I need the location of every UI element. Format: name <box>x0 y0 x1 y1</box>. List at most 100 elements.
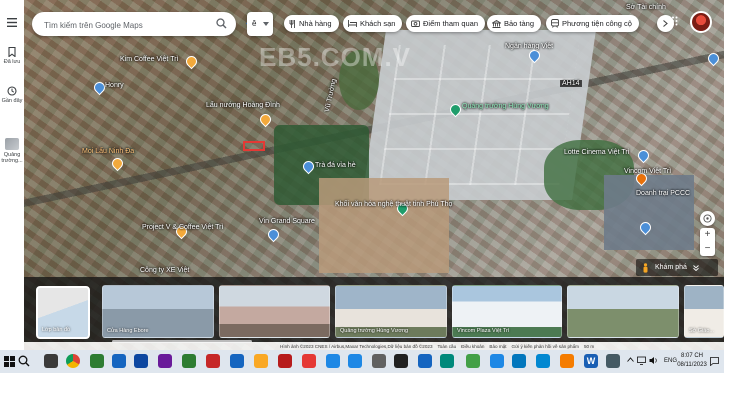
word-icon[interactable]: W <box>584 354 598 368</box>
chevron-up-icon[interactable] <box>627 357 634 362</box>
explore-label: Khám phá <box>655 264 687 271</box>
apps-grid-icon[interactable] <box>668 16 678 26</box>
map-label[interactable]: Vincom Việt Trì <box>624 168 671 175</box>
desktop-background <box>0 373 740 420</box>
app-icon[interactable] <box>326 354 340 368</box>
map-label[interactable]: Doanh trại PCCC <box>636 190 690 197</box>
menu-button[interactable] <box>0 18 24 29</box>
photo-thumbnail[interactable]: Cửa Hàng Ebore <box>102 285 214 338</box>
search-input[interactable] <box>42 17 186 33</box>
app-icon[interactable] <box>182 354 196 368</box>
map-label[interactable]: Kim Coffee Việt Trì <box>120 56 179 63</box>
map-label[interactable]: Công ty XE Việt <box>140 267 189 274</box>
app-icon[interactable] <box>606 354 620 368</box>
language-toggle-label: ê <box>252 19 257 28</box>
map-label[interactable]: Moi Lẩu Ninh Đa <box>82 148 134 155</box>
map-label[interactable]: Project V & Coffee Việt Trì <box>142 224 223 231</box>
clock-date[interactable]: 08/11/2023 <box>676 362 708 368</box>
marked-lot <box>243 141 265 151</box>
sidebar-item-recent[interactable]: Gần đây <box>0 86 24 104</box>
task-view-icon[interactable] <box>44 354 58 368</box>
app-icon[interactable] <box>490 354 504 368</box>
place-pin[interactable] <box>705 50 722 67</box>
app-icon[interactable] <box>536 354 550 368</box>
chip-transit[interactable]: Phương tiện công cộ <box>546 15 639 32</box>
map-label[interactable]: Lotte Cinema Việt Trì <box>564 149 630 156</box>
place-pin[interactable] <box>109 155 126 172</box>
recent-place-thumbnail <box>5 138 19 150</box>
language-toggle[interactable]: ê <box>247 12 273 36</box>
app-icon[interactable] <box>418 354 432 368</box>
sidebar-item-saved[interactable]: Đã lưu <box>0 47 24 65</box>
app-icon[interactable] <box>560 354 574 368</box>
compass-button[interactable] <box>700 211 715 226</box>
search-box[interactable] <box>32 12 259 36</box>
app-icon[interactable] <box>440 354 454 368</box>
app-icon[interactable] <box>372 354 386 368</box>
chip-museums[interactable]: Bảo tàng <box>487 15 542 32</box>
place-pin[interactable] <box>635 147 652 164</box>
map-label[interactable]: Quảng trường Hùng Vương <box>462 103 549 110</box>
app-icon[interactable] <box>466 354 480 368</box>
restaurant-icon <box>289 19 295 28</box>
scale-label[interactable]: 50 m <box>584 344 594 349</box>
app-icon[interactable] <box>278 354 292 368</box>
explore-button[interactable]: Khám phá <box>636 259 718 276</box>
photo-thumbnail[interactable]: Quảng trường Hùng Vương <box>335 285 447 338</box>
windows-start-icon[interactable] <box>4 356 15 367</box>
place-pin[interactable] <box>265 226 282 243</box>
app-icon[interactable] <box>230 354 244 368</box>
place-pin[interactable] <box>183 53 200 70</box>
app-icon[interactable] <box>90 354 104 368</box>
attribution-link[interactable]: Toàn cầu <box>438 344 457 349</box>
menu-icon <box>7 18 17 27</box>
sidebar-item-label: Đã lưu <box>3 59 21 65</box>
notification-icon[interactable] <box>710 357 719 366</box>
map-label[interactable]: Khối văn hóa nghệ thuật tỉnh Phú Thọ <box>335 201 452 208</box>
app-icon[interactable] <box>206 354 220 368</box>
photo-thumbnail[interactable]: Sở Giáo... <box>684 285 724 338</box>
app-icon[interactable] <box>302 354 316 368</box>
map-label[interactable]: Vin Grand Square <box>259 218 315 225</box>
chip-hotels[interactable]: Khách sạn <box>343 15 403 32</box>
app-icon[interactable] <box>348 354 362 368</box>
search-icon[interactable] <box>18 354 32 368</box>
attribution-link[interactable]: Điều khoản <box>461 344 484 349</box>
map-attribution: Hình ảnh ©2023 CNES / Airbus,Maxar Techn… <box>24 342 724 350</box>
attribution-link[interactable]: Gửi ý kiến phản hồi về sản phẩm <box>512 344 579 349</box>
app-icon[interactable] <box>158 354 172 368</box>
photo-thumbnail[interactable] <box>567 285 679 338</box>
chip-label: Phương tiện công cộ <box>562 19 632 28</box>
sidebar-item-label: Gần đây <box>1 98 23 104</box>
place-pin[interactable] <box>257 111 274 128</box>
avatar[interactable] <box>690 11 712 33</box>
network-icon[interactable] <box>637 356 646 365</box>
zoom-in-button[interactable]: + <box>700 228 715 242</box>
app-icon[interactable] <box>134 354 148 368</box>
map-label[interactable]: Sở Tài chính <box>626 4 666 11</box>
map-label[interactable]: Trà đá vỉa hè <box>315 162 356 169</box>
app-icon[interactable] <box>394 354 408 368</box>
volume-icon[interactable] <box>649 356 658 365</box>
attribution-link[interactable]: Bảo mật <box>489 344 506 349</box>
app-icon[interactable] <box>512 354 526 368</box>
photo-caption: Vincom Plaza Việt Trì <box>457 328 510 334</box>
app-icon[interactable] <box>254 354 268 368</box>
chrome-icon[interactable] <box>66 354 80 368</box>
chip-attractions[interactable]: Điểm tham quan <box>406 15 486 32</box>
search-icon[interactable] <box>216 18 227 29</box>
map-label[interactable]: Ngân hàng Việt <box>505 43 553 50</box>
app-icon[interactable] <box>112 354 126 368</box>
sidebar-item-recent-place[interactable]: Quảng trường... <box>0 138 24 164</box>
photo-thumbnail[interactable]: Vincom Plaza Việt Trì <box>452 285 562 338</box>
chip-restaurants[interactable]: Nhà hàng <box>284 15 339 32</box>
zoom-out-button[interactable]: − <box>700 242 715 256</box>
layers-label: Lớp bản đồ <box>42 327 71 333</box>
photo-thumbnail[interactable] <box>219 285 330 338</box>
map-label[interactable]: Lẩu nướng Hoàng Đình <box>206 102 280 109</box>
map-label[interactable]: Honry <box>105 82 124 89</box>
zoom-control[interactable]: + − <box>700 228 715 256</box>
clock-time[interactable]: 8:07 CH <box>679 353 705 359</box>
chip-label: Bảo tàng <box>504 19 535 28</box>
layers-button[interactable]: Lớp bản đồ <box>36 286 90 339</box>
